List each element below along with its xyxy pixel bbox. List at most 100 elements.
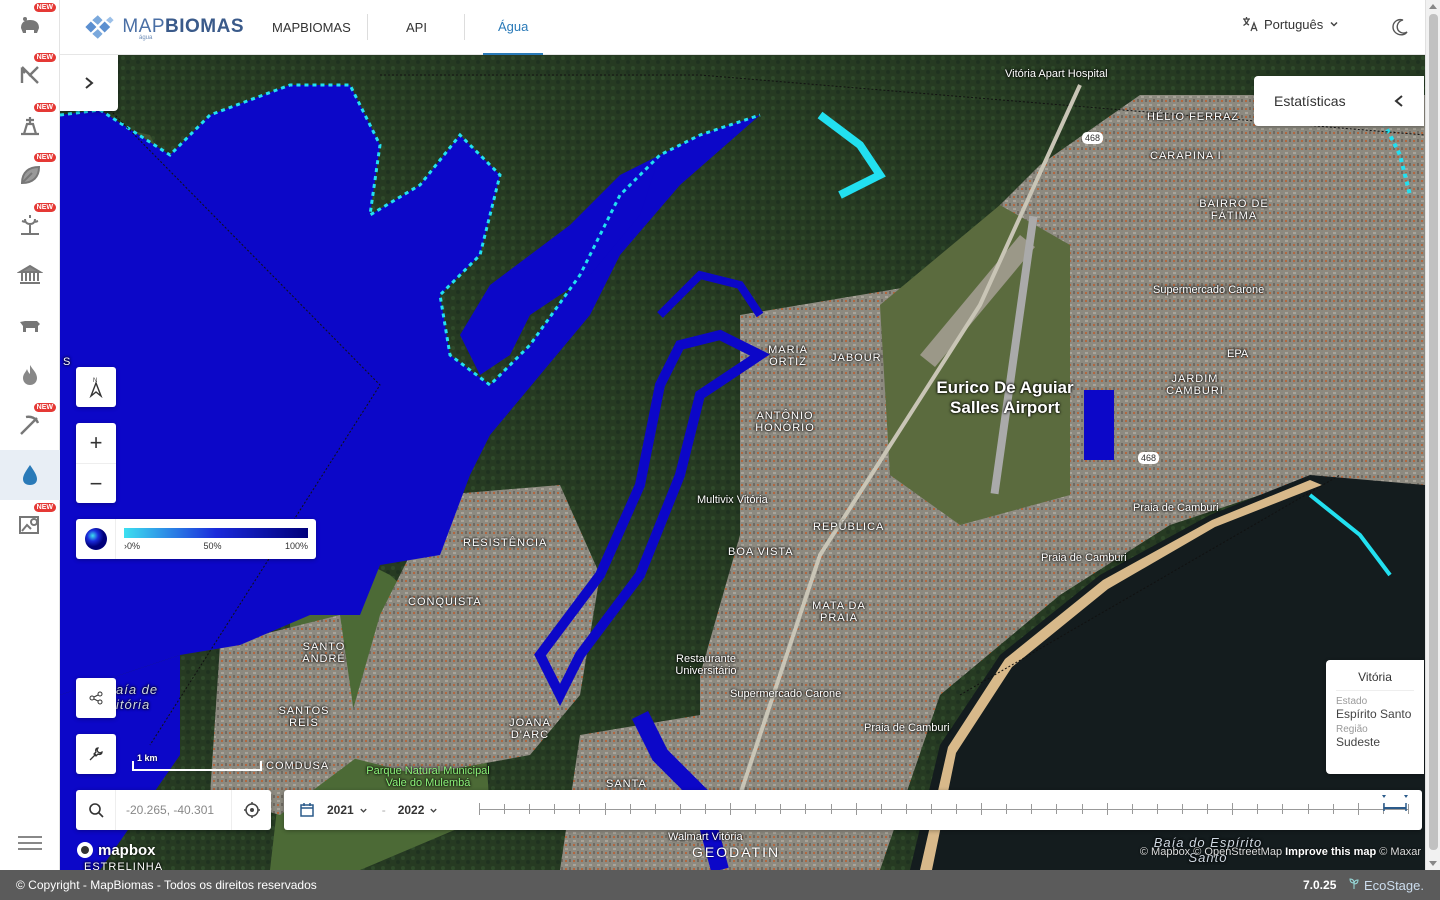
chevron-right-icon bbox=[85, 77, 94, 89]
timeline-tick[interactable] bbox=[1006, 804, 1008, 814]
compass-button[interactable]: N bbox=[76, 367, 116, 407]
timeline-tick[interactable] bbox=[1031, 804, 1033, 814]
legend-gradient bbox=[124, 527, 308, 538]
timeline-tick[interactable] bbox=[579, 804, 581, 814]
tools-button[interactable] bbox=[76, 734, 116, 774]
timeline-tick[interactable] bbox=[1282, 804, 1284, 814]
timeline-tick[interactable] bbox=[1056, 804, 1058, 814]
tab-mapbiomas[interactable]: MAPBIOMAS bbox=[272, 0, 351, 55]
map-label: Multivix Vitória bbox=[697, 494, 768, 506]
timeline-tick[interactable] bbox=[1357, 803, 1359, 815]
timeline-tick[interactable] bbox=[479, 803, 480, 815]
timeline-tick[interactable] bbox=[805, 804, 807, 814]
mapbox-icon bbox=[77, 842, 93, 858]
zoom-in-button[interactable]: + bbox=[76, 423, 116, 463]
timeline-tick[interactable] bbox=[780, 804, 782, 814]
timeline-tick[interactable] bbox=[855, 803, 857, 815]
timeline-tick[interactable] bbox=[1156, 804, 1158, 814]
maxar-link[interactable]: © Maxar bbox=[1379, 846, 1421, 858]
degradation-icon bbox=[20, 66, 39, 84]
sidebar-item-fire[interactable] bbox=[0, 350, 60, 400]
new-badge: NEW bbox=[33, 3, 56, 12]
zoom-out-button[interactable]: − bbox=[76, 463, 116, 503]
improve-map-link[interactable]: Improve this map bbox=[1285, 846, 1376, 858]
timeline-tick[interactable] bbox=[930, 804, 932, 814]
road-shield: 468 bbox=[1082, 132, 1104, 144]
timeline-tick[interactable] bbox=[755, 804, 757, 814]
map-label: Praia de Camburi bbox=[864, 722, 950, 734]
geodatin-logo[interactable]: GEODATIN bbox=[692, 844, 780, 860]
tab-api[interactable]: API bbox=[406, 0, 427, 55]
crosshair-icon bbox=[243, 802, 260, 818]
legend-min: ›0% bbox=[124, 540, 141, 551]
sidebar-item-institution[interactable] bbox=[0, 250, 60, 300]
timeline-tick[interactable] bbox=[1332, 804, 1334, 814]
timeline-tick[interactable] bbox=[1081, 804, 1083, 814]
fire-icon bbox=[23, 365, 37, 385]
timeline-tick[interactable] bbox=[880, 804, 882, 814]
timeline-tick[interactable] bbox=[1257, 804, 1259, 814]
ecostage-logo[interactable]: EcoStage. bbox=[1348, 878, 1424, 893]
timeline-tick[interactable] bbox=[1106, 803, 1108, 815]
range-handle-icon[interactable] bbox=[1380, 793, 1410, 813]
sidebar-item-leaf[interactable]: NEW bbox=[0, 150, 60, 200]
timeline-tick[interactable] bbox=[905, 804, 907, 814]
timeline-tick[interactable] bbox=[679, 804, 681, 814]
timeline-tick[interactable] bbox=[1182, 804, 1184, 814]
timeline-tick[interactable] bbox=[1207, 804, 1209, 814]
tab-agua[interactable]: Água bbox=[483, 0, 544, 55]
chevron-down-icon bbox=[430, 808, 438, 813]
map-label: aía de itória bbox=[116, 682, 159, 712]
map-canvas[interactable]: Vitória Apart Hospital HÉLIO FERRAZ CARA… bbox=[60, 55, 1425, 870]
timeline-tick[interactable] bbox=[504, 804, 506, 814]
new-badge: NEW bbox=[33, 153, 56, 162]
language-selector[interactable]: Português bbox=[1242, 16, 1339, 32]
start-year-select[interactable]: 2021 bbox=[327, 803, 368, 817]
sidebar-item-irrigation[interactable]: NEW bbox=[0, 100, 60, 150]
sidebar-item-degradation[interactable]: NEW bbox=[0, 50, 60, 100]
language-label: Português bbox=[1264, 16, 1324, 32]
share-button[interactable] bbox=[76, 678, 116, 718]
sidebar-item-mining[interactable]: NEW bbox=[0, 400, 60, 450]
translate-icon bbox=[1243, 17, 1258, 32]
locate-button[interactable] bbox=[231, 790, 271, 830]
timeline-tick[interactable] bbox=[704, 804, 706, 814]
mapbox-logo[interactable]: mapbox bbox=[76, 841, 156, 859]
dark-mode-toggle[interactable] bbox=[1391, 18, 1409, 36]
menu-icon[interactable] bbox=[18, 836, 42, 854]
road-shield: 468 bbox=[1138, 452, 1160, 464]
logo-mark-icon bbox=[85, 15, 114, 39]
moon-icon bbox=[1392, 19, 1408, 36]
timeline-slider[interactable] bbox=[479, 803, 1409, 815]
search-icon bbox=[76, 790, 116, 830]
timeline-tick[interactable] bbox=[629, 804, 631, 814]
sidebar-item-image-search[interactable]: NEW bbox=[0, 500, 60, 550]
sunlight-plant-icon bbox=[21, 215, 39, 235]
timeline-tick[interactable] bbox=[981, 803, 983, 815]
timeline-tick[interactable] bbox=[604, 803, 606, 815]
sidebar-item-water[interactable] bbox=[0, 450, 60, 500]
copyright-text: © Copyright - MapBiomas - Todos os direi… bbox=[16, 878, 317, 892]
page-scrollbar[interactable] bbox=[1425, 0, 1440, 870]
timeline-tick[interactable] bbox=[529, 804, 531, 814]
wrench-icon bbox=[89, 747, 103, 761]
timeline-tick[interactable] bbox=[830, 804, 832, 814]
map-label: COMDUSA bbox=[266, 760, 330, 772]
timeline-tick[interactable] bbox=[956, 804, 958, 814]
timeline-tick[interactable] bbox=[554, 804, 556, 814]
sidebar-item-sunlight[interactable]: NEW bbox=[0, 200, 60, 250]
attribution-text[interactable]: © Mapbox © OpenStreetMap bbox=[1140, 846, 1282, 858]
expand-panel-button[interactable] bbox=[60, 55, 118, 111]
statistics-button[interactable]: Estatísticas bbox=[1254, 76, 1424, 126]
timeline-tick[interactable] bbox=[1307, 804, 1309, 814]
mapbiomas-logo[interactable]: MAPBIOMAS água bbox=[84, 9, 244, 45]
legend-icon bbox=[76, 519, 116, 559]
timeline-tick[interactable] bbox=[730, 803, 732, 815]
timeline-tick[interactable] bbox=[1232, 803, 1234, 815]
timeline-tick[interactable] bbox=[654, 804, 656, 814]
end-year-select[interactable]: 2022 bbox=[398, 803, 439, 817]
timeline-tick[interactable] bbox=[1131, 804, 1133, 814]
sidebar-item-cow[interactable] bbox=[0, 300, 60, 350]
sidebar-item-cattle[interactable]: NEW bbox=[0, 0, 60, 50]
coordinate-input[interactable] bbox=[116, 803, 231, 817]
